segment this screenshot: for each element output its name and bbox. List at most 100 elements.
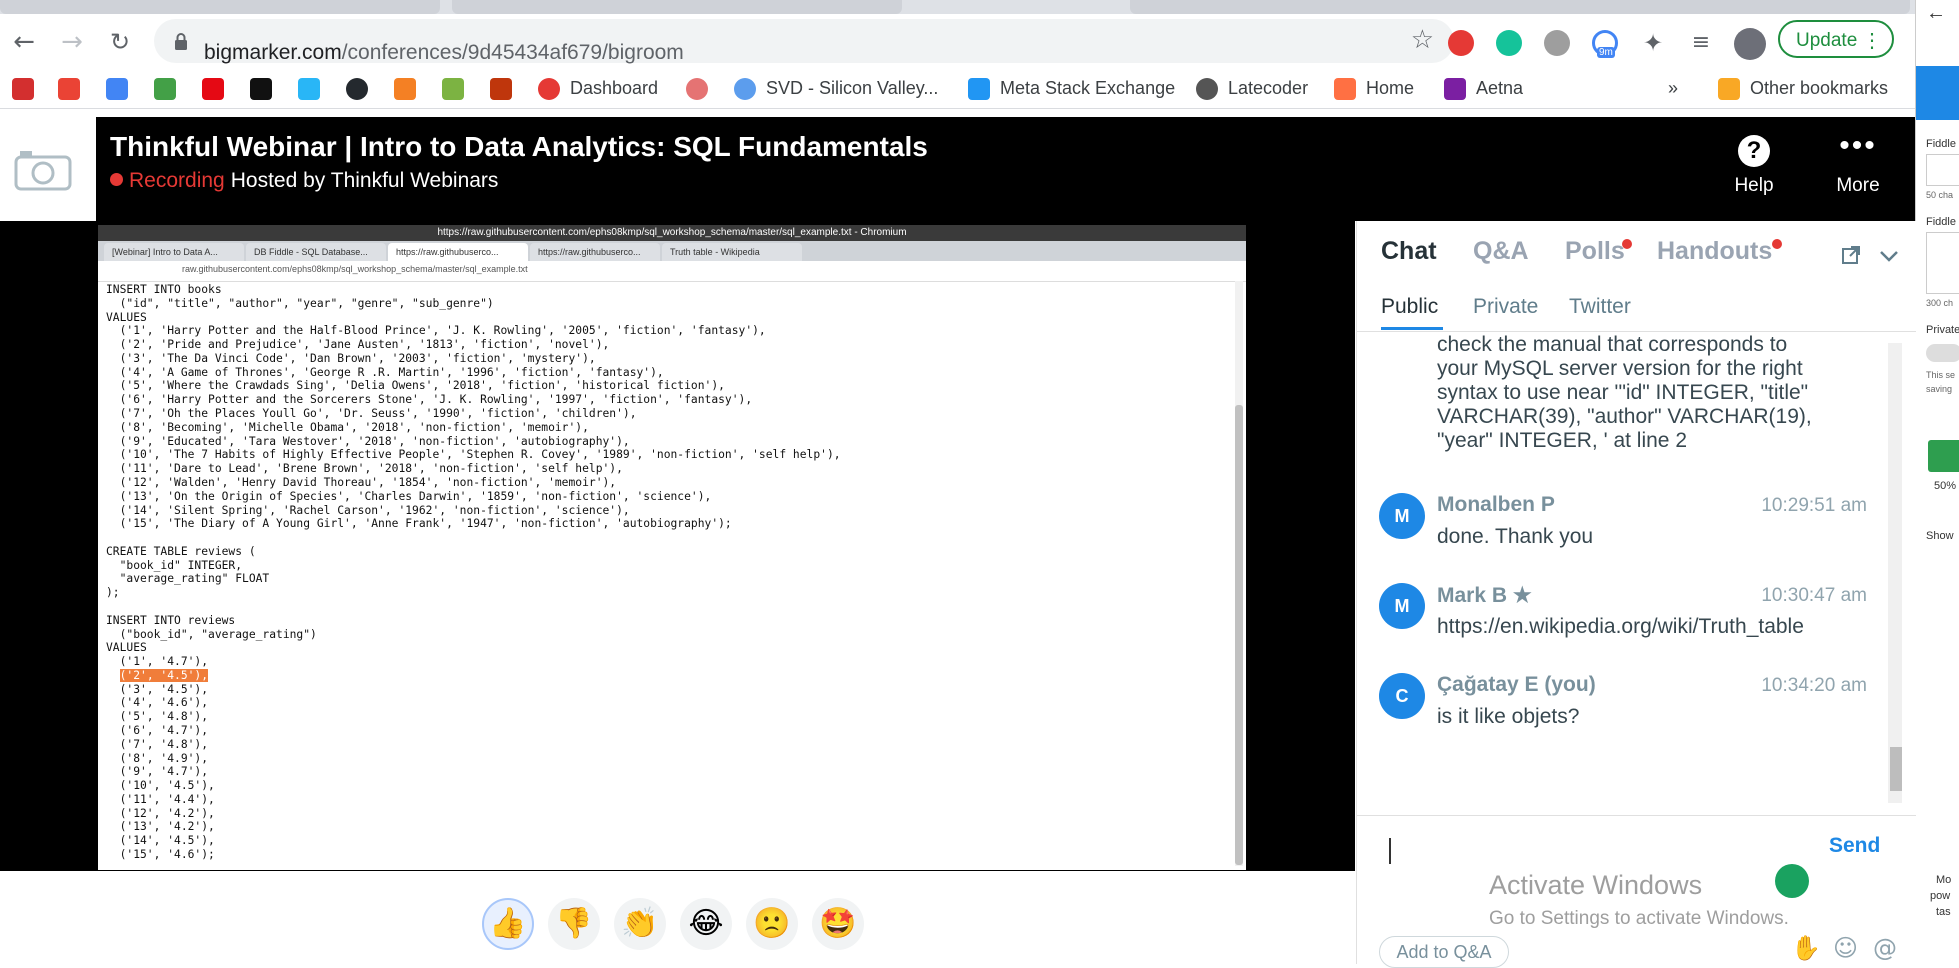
activate-windows-title: Activate Windows bbox=[1489, 870, 1703, 900]
c-bookmark-icon[interactable] bbox=[490, 76, 522, 101]
subtab-twitter[interactable]: Twitter bbox=[1569, 295, 1631, 319]
diamond-bookmark-icon[interactable] bbox=[298, 76, 330, 101]
conference-header: Thinkful Webinar | Intro to Data Analyti… bbox=[0, 117, 1915, 221]
chat-scrollbar-thumb[interactable] bbox=[1890, 747, 1902, 791]
gear-extension-icon[interactable] bbox=[1544, 30, 1570, 56]
timer-extension-icon[interactable]: 9m bbox=[1592, 30, 1618, 58]
chat-bubble-icon bbox=[968, 78, 990, 101]
raise-hand-icon[interactable]: ✋ bbox=[1791, 934, 1821, 962]
message-text-line: "year" INTEGER, ' at line 2 bbox=[1437, 429, 1688, 452]
message-author: Monalben P bbox=[1437, 493, 1555, 516]
more-bookmarks-chevron[interactable]: » bbox=[1668, 76, 1678, 100]
tab-polls[interactable]: Polls bbox=[1565, 237, 1625, 266]
camera-placeholder[interactable] bbox=[0, 117, 96, 221]
sql-highlight: ('2', '4.5'), bbox=[119, 668, 209, 682]
bookmark-eye-icon[interactable] bbox=[686, 76, 718, 101]
bookmark-home[interactable]: Home bbox=[1334, 76, 1414, 101]
update-button[interactable]: Update ⋮ bbox=[1778, 20, 1894, 58]
panel-label: saving bbox=[1926, 384, 1953, 394]
mention-icon[interactable]: @ bbox=[1873, 934, 1897, 962]
text-caret bbox=[1389, 838, 1391, 864]
panel-label: 50% bbox=[1934, 480, 1957, 492]
recording-dot-icon bbox=[110, 173, 123, 186]
other-bookmarks[interactable]: Other bookmarks bbox=[1718, 76, 1888, 101]
message-time: 10:30:47 am bbox=[1761, 585, 1867, 606]
bookmark-icon-only[interactable] bbox=[12, 76, 44, 101]
subtab-private[interactable]: Private bbox=[1473, 295, 1538, 319]
message-text: done. Thank you bbox=[1437, 525, 1594, 548]
aetna-icon bbox=[1444, 78, 1466, 101]
reaction-star-struck[interactable]: 🤩 bbox=[812, 898, 864, 950]
chat-composer[interactable]: Send Activate Windows Go to Settings to … bbox=[1357, 815, 1916, 968]
bookmark-latecoder[interactable]: Latecoder bbox=[1196, 76, 1309, 101]
bookmark-svd[interactable]: SVD - Silicon Valley... bbox=[734, 76, 939, 101]
media-queue-icon[interactable]: ≡ bbox=[1688, 30, 1714, 56]
bookmarks-bar: Dashboard SVD - Silicon Valley... Meta S… bbox=[0, 68, 1915, 109]
subtab-public[interactable]: Public bbox=[1381, 295, 1438, 319]
shared-address-bar: raw.githubusercontent.com/ephs08kmp/sql_… bbox=[98, 261, 1246, 282]
message-text-line: syntax to use near '"id" INTEGER, "title… bbox=[1437, 381, 1809, 404]
recording-status: Recording Hosted by Thinkful Webinars bbox=[110, 169, 498, 193]
question-mark-icon: ? bbox=[1738, 135, 1770, 167]
avatar: M bbox=[1379, 583, 1425, 629]
browser-tab[interactable] bbox=[452, 0, 902, 14]
extensions-puzzle-icon[interactable]: ✦ bbox=[1640, 30, 1666, 56]
reaction-thumbs-up[interactable]: 👍 bbox=[482, 898, 534, 950]
more-button[interactable]: ••• More bbox=[1818, 131, 1898, 197]
dashboard-icon bbox=[538, 78, 560, 101]
panel-database-icon[interactable] bbox=[1916, 66, 1959, 120]
forward-arrow-icon[interactable]: → bbox=[58, 28, 86, 56]
message-link[interactable]: https://en.wikipedia.org/wiki/Truth_tabl… bbox=[1437, 615, 1804, 639]
private-toggle[interactable] bbox=[1926, 344, 1959, 362]
status-ring-icon bbox=[1775, 864, 1809, 898]
send-button[interactable]: Send bbox=[1829, 834, 1880, 858]
panel-label: 50 cha bbox=[1926, 190, 1954, 200]
polls-notification-dot bbox=[1622, 239, 1632, 249]
bookmark-label: SVD - Silicon Valley... bbox=[766, 78, 939, 98]
extension-badge: 9m bbox=[1597, 47, 1615, 58]
hackerrank-bookmark-icon[interactable] bbox=[250, 76, 282, 101]
reaction-thumbs-down[interactable]: 👎 bbox=[548, 898, 600, 950]
gmail-bookmark-icon[interactable] bbox=[58, 76, 90, 101]
panel-label: Show bbox=[1926, 530, 1954, 542]
shared-window-title: https://raw.githubusercontent.com/ephs08… bbox=[98, 225, 1246, 241]
bookmark-dashboard[interactable]: Dashboard bbox=[538, 76, 658, 101]
translate-bookmark-icon[interactable] bbox=[106, 76, 138, 101]
browser-tab[interactable] bbox=[1130, 0, 1910, 14]
chat-scrollbar[interactable] bbox=[1888, 343, 1902, 803]
grammarly-extension-icon[interactable] bbox=[1496, 30, 1522, 56]
popout-icon[interactable] bbox=[1841, 245, 1861, 265]
reaction-laugh[interactable]: 😂 bbox=[680, 898, 732, 950]
adblock-extension-icon[interactable] bbox=[1448, 30, 1474, 56]
help-button[interactable]: ? Help bbox=[1714, 135, 1794, 197]
camera-icon bbox=[14, 151, 72, 191]
panel-label: tas bbox=[1936, 906, 1951, 918]
chevron-down-icon[interactable] bbox=[1879, 249, 1899, 263]
browser-tab[interactable] bbox=[0, 0, 440, 14]
bookmark-label: Latecoder bbox=[1228, 78, 1309, 98]
check-bookmark-icon[interactable] bbox=[154, 76, 186, 101]
video-stage: https://raw.githubusercontent.com/ephs08… bbox=[0, 221, 1355, 871]
bookmark-meta-stack-exchange[interactable]: Meta Stack Exchange bbox=[968, 76, 1176, 101]
profile-avatar[interactable] bbox=[1734, 28, 1766, 60]
github-bookmark-icon[interactable] bbox=[346, 76, 378, 101]
stackoverflow-bookmark-icon[interactable] bbox=[394, 76, 426, 101]
tab-qa[interactable]: Q&A bbox=[1473, 237, 1529, 266]
reaction-clap[interactable]: 👏 bbox=[614, 898, 666, 950]
reaction-sad[interactable]: 🙁 bbox=[746, 898, 798, 950]
panel-green-button[interactable] bbox=[1928, 440, 1959, 472]
panel-back-icon[interactable]: ← bbox=[1926, 2, 1946, 25]
panel-input[interactable] bbox=[1926, 154, 1959, 186]
bookmark-label: Meta Stack Exchange bbox=[1000, 78, 1176, 98]
bookmark-star-icon[interactable]: ☆ bbox=[1411, 25, 1434, 55]
add-to-qa-button[interactable]: Add to Q&A bbox=[1379, 936, 1509, 968]
chart-bookmark-icon[interactable] bbox=[442, 76, 474, 101]
tab-handouts[interactable]: Handouts bbox=[1657, 237, 1772, 266]
reload-icon[interactable]: ↻ bbox=[106, 28, 134, 56]
back-arrow-icon[interactable]: ← bbox=[10, 28, 38, 56]
bookmark-aetna[interactable]: Aetna bbox=[1444, 76, 1523, 101]
netflix-bookmark-icon[interactable] bbox=[202, 76, 234, 101]
emoji-icon[interactable]: ☺ bbox=[1833, 934, 1858, 962]
tab-chat[interactable]: Chat bbox=[1381, 237, 1437, 266]
panel-textarea[interactable] bbox=[1926, 232, 1959, 294]
